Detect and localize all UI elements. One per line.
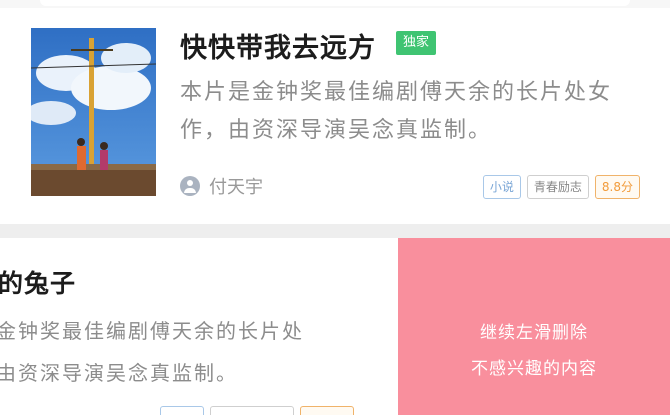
previous-card-bottom [40,0,630,6]
user-icon [180,176,200,196]
author-name: 付天宇 [209,177,263,198]
tag-genre: 青春励志 [526,175,589,199]
author-row[interactable]: 付天宇 [180,174,263,198]
item-description: 本片是金钟奖最佳编剧傅天余的长片处女作，由资深导演吴念真监制。 [180,80,613,143]
tag-category: 小说 [482,175,521,199]
item-title[interactable]: 快快带我去远方 [180,26,376,65]
exclusive-badge: 独家 [396,31,437,55]
item-description-partial: 金钟奖最佳编剧傅天余的长片处 由资深导演吴念真监制。 [0,310,396,394]
swipe-hint-line-1: 继续左滑删除 [480,323,588,343]
tag-list-partial [160,406,354,415]
tag-category [160,406,204,415]
description-line-1: 金钟奖最佳编剧傅天余的长片处 [0,319,304,343]
swipe-hint-line-2: 不感兴趣的内容 [471,359,597,379]
feed-card[interactable]: 快快带我去远方 独家 本片是金钟奖最佳编剧傅天余的长片处女作，由资深导演吴念真监… [0,8,670,224]
description-line-2: 由资深导演吴念真监制。 [0,361,238,385]
tag-list: 小说 青春励志 8.8分 [482,175,640,201]
cover-art [31,28,156,196]
previous-card-edge [0,0,670,8]
item-title-partial[interactable]: 的兔子 [0,264,76,300]
rating-badge [300,406,354,415]
swipe-delete-action[interactable]: 继续左滑删除 不感兴趣的内容 [398,238,670,415]
tag-genre [210,406,294,415]
rating-badge: 8.8分 [594,175,640,199]
cover-image[interactable] [31,28,156,196]
